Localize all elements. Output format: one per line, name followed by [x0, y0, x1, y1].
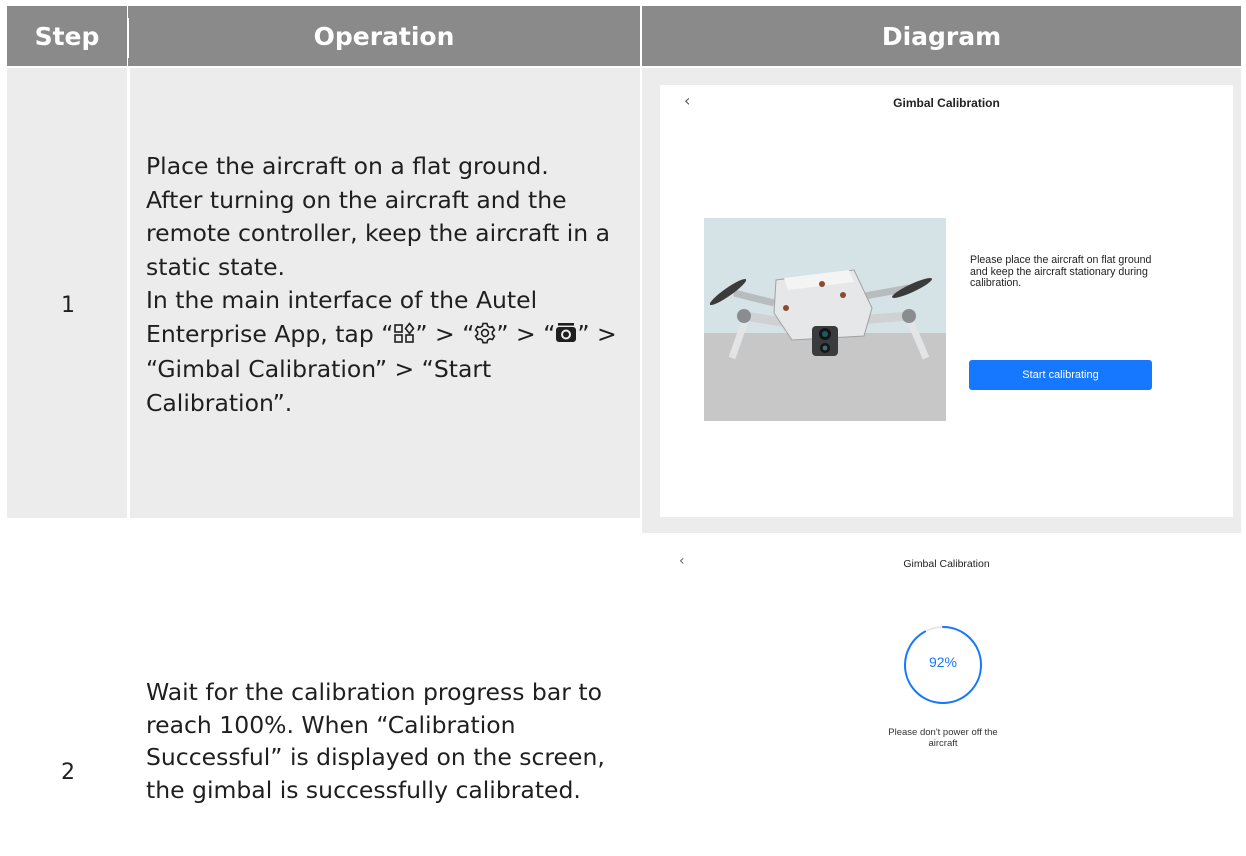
- apps-grid-icon: [393, 320, 415, 354]
- aircraft-photo: [704, 218, 946, 421]
- screen-title: Gimbal Calibration: [903, 558, 990, 570]
- header-divider: [640, 18, 642, 58]
- instruction-text: Please place the aircraft on flat ground…: [970, 254, 1152, 289]
- start-calibrating-button[interactable]: Start calibrating: [969, 360, 1152, 390]
- operation-text: Place the aircraft on a flat ground. Aft…: [146, 150, 626, 420]
- header-diagram: Diagram: [642, 6, 1241, 66]
- settings-gear-icon: [474, 320, 496, 354]
- header-step: Step: [7, 6, 127, 66]
- header-divider: [127, 18, 129, 58]
- operation-line: Place the aircraft on a flat ground.: [146, 152, 549, 180]
- operation-line: After turning on the aircraft and the re…: [146, 185, 611, 281]
- operation-line: In the main interface of the Autel Enter…: [146, 286, 617, 417]
- screen-title: Gimbal Calibration: [893, 96, 1000, 110]
- header-operation: Operation: [128, 6, 640, 66]
- step-number: 2: [61, 760, 75, 785]
- operation-text: Wait for the calibration progress bar to…: [146, 678, 605, 804]
- progress-percent: 92%: [928, 654, 958, 670]
- gimbal-camera-icon: [555, 320, 577, 354]
- step-number: 1: [61, 293, 75, 318]
- power-warning-text: Please don't power off the aircraft: [888, 727, 998, 749]
